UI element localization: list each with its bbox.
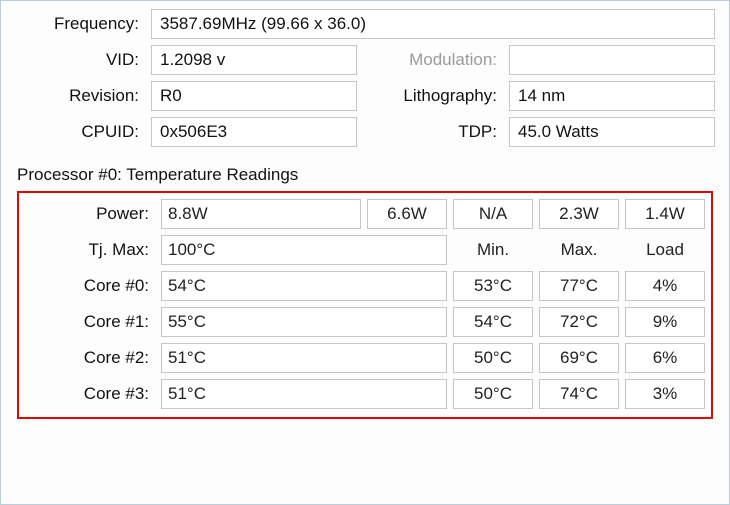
lithography-label: Lithography: — [363, 86, 503, 106]
core-2-label: Core #2: — [25, 348, 155, 368]
cpuid-label: CPUID: — [15, 122, 145, 142]
core-3-min: 50°C — [453, 379, 533, 409]
tdp-value: 45.0 Watts — [509, 117, 715, 147]
min-header: Min. — [453, 236, 533, 264]
frequency-value: 3587.69MHz (99.66 x 36.0) — [151, 9, 715, 39]
vid-value: 1.2098 v — [151, 45, 357, 75]
core-1-label: Core #1: — [25, 312, 155, 332]
revision-label: Revision: — [15, 86, 145, 106]
core-1-max: 72°C — [539, 307, 619, 337]
power-value-3: 2.3W — [539, 199, 619, 229]
core-1-current: 55°C — [161, 307, 447, 337]
core-0-current: 54°C — [161, 271, 447, 301]
cpuid-value: 0x506E3 — [151, 117, 357, 147]
core-3-max: 74°C — [539, 379, 619, 409]
core-3-label: Core #3: — [25, 384, 155, 404]
frequency-label: Frequency: — [15, 14, 145, 34]
tjmax-label: Tj. Max: — [25, 240, 155, 260]
modulation-value — [509, 45, 715, 75]
core-0-max: 77°C — [539, 271, 619, 301]
processor-info-grid: Frequency: 3587.69MHz (99.66 x 36.0) VID… — [15, 9, 715, 147]
core-3-load: 3% — [625, 379, 705, 409]
temperature-section-title: Processor #0: Temperature Readings — [17, 165, 715, 185]
power-label: Power: — [25, 204, 155, 224]
modulation-label: Modulation: — [363, 50, 503, 70]
core-2-min: 50°C — [453, 343, 533, 373]
power-value-0: 8.8W — [161, 199, 361, 229]
tdp-label: TDP: — [363, 122, 503, 142]
power-value-1: 6.6W — [367, 199, 447, 229]
revision-value: R0 — [151, 81, 357, 111]
load-header: Load — [625, 236, 705, 264]
core-2-max: 69°C — [539, 343, 619, 373]
power-value-4: 1.4W — [625, 199, 705, 229]
power-value-2: N/A — [453, 199, 533, 229]
core-3-current: 51°C — [161, 379, 447, 409]
core-0-label: Core #0: — [25, 276, 155, 296]
max-header: Max. — [539, 236, 619, 264]
core-2-current: 51°C — [161, 343, 447, 373]
vid-label: VID: — [15, 50, 145, 70]
core-0-load: 4% — [625, 271, 705, 301]
tjmax-value: 100°C — [161, 235, 447, 265]
core-0-min: 53°C — [453, 271, 533, 301]
lithography-value: 14 nm — [509, 81, 715, 111]
core-1-min: 54°C — [453, 307, 533, 337]
core-2-load: 6% — [625, 343, 705, 373]
core-1-load: 9% — [625, 307, 705, 337]
temperature-readings-box: Power: 8.8W 6.6W N/A 2.3W 1.4W Tj. Max: … — [17, 191, 713, 419]
